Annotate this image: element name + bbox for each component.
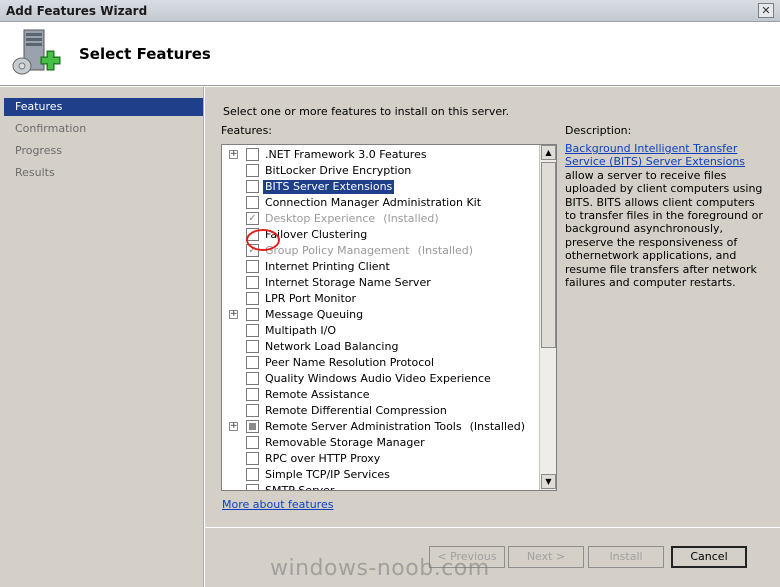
list-item[interactable]: + Remote Server Administration Tools (Inst…: [222, 419, 538, 435]
sidebar-item-progress: Progress: [15, 144, 62, 157]
feature-name: Remote Assistance: [265, 388, 370, 401]
main-content: Select one or more features to install o…: [205, 87, 780, 587]
list-item[interactable]: Quality Windows Audio Video Experience: [222, 371, 538, 387]
wizard-sidebar: Features Confirmation Progress Results: [0, 87, 204, 587]
sidebar-item-confirmation: Confirmation: [15, 122, 87, 135]
list-item[interactable]: LPR Port Monitor: [222, 291, 538, 307]
feature-name: Group Policy Management: [265, 244, 410, 257]
next-button[interactable]: Next >: [508, 546, 584, 568]
scroll-up-icon[interactable]: ▲: [541, 145, 556, 160]
feature-description: Background Intelligent Transfer Service …: [565, 142, 765, 289]
feature-checkbox[interactable]: [246, 260, 259, 273]
install-button[interactable]: Install: [588, 546, 664, 568]
server-add-icon: [12, 29, 61, 75]
window-title: Add Features Wizard: [6, 4, 148, 18]
sidebar-item-results: Results: [15, 166, 55, 179]
list-item[interactable]: Remote Differential Compression: [222, 403, 538, 419]
feature-name: Desktop Experience: [265, 212, 376, 225]
feature-name: Internet Storage Name Server: [265, 276, 431, 289]
list-item[interactable]: Peer Name Resolution Protocol: [222, 355, 538, 371]
list-item[interactable]: Network Load Balancing: [222, 339, 538, 355]
feature-checkbox[interactable]: [246, 356, 259, 369]
feature-name: BitLocker Drive Encryption: [265, 164, 412, 177]
feature-checkbox[interactable]: [246, 468, 259, 481]
list-item[interactable]: Connection Manager Administration Kit: [222, 195, 538, 211]
feature-checkbox[interactable]: [246, 292, 259, 305]
features-scrollbar[interactable]: ▲ ▼: [539, 145, 556, 490]
feature-checkbox[interactable]: [246, 484, 259, 490]
list-item[interactable]: Simple TCP/IP Services: [222, 467, 538, 483]
list-item[interactable]: RPC over HTTP Proxy: [222, 451, 538, 467]
feature-checkbox[interactable]: [246, 324, 259, 337]
feature-name: RPC over HTTP Proxy: [265, 452, 381, 465]
feature-name: Quality Windows Audio Video Experience: [265, 372, 491, 385]
feature-checkbox[interactable]: [246, 452, 259, 465]
list-item[interactable]: ✓ Desktop Experience (Installed): [222, 211, 538, 227]
list-item[interactable]: Multipath I/O: [222, 323, 538, 339]
feature-checkbox[interactable]: [246, 308, 259, 321]
watermark: windows-noob.com: [270, 556, 490, 581]
feature-checkbox[interactable]: [246, 196, 259, 209]
feature-name: Remote Differential Compression: [265, 404, 447, 417]
feature-name: SMTP Server: [265, 484, 335, 491]
installed-label: (Installed): [383, 212, 439, 225]
sidebar-item-features[interactable]: Features: [4, 98, 203, 116]
feature-checkbox[interactable]: [246, 340, 259, 353]
feature-checkbox[interactable]: [246, 148, 259, 161]
list-item[interactable]: Internet Printing Client: [222, 259, 538, 275]
expand-icon[interactable]: +: [229, 150, 238, 159]
feature-name: BITS Server Extensions: [263, 180, 395, 194]
list-item[interactable]: + .NET Framework 3.0 Features: [222, 147, 538, 163]
feature-checkbox[interactable]: [246, 276, 259, 289]
features-label: Features:: [221, 124, 273, 137]
expand-icon[interactable]: +: [229, 422, 238, 431]
feature-name: Network Load Balancing: [265, 340, 399, 353]
feature-checkbox[interactable]: [246, 404, 259, 417]
page-title: Select Features: [79, 45, 211, 63]
feature-checkbox[interactable]: [246, 420, 259, 433]
scroll-thumb[interactable]: [541, 162, 556, 348]
feature-name: Message Queuing: [265, 308, 364, 321]
feature-checkbox[interactable]: [246, 436, 259, 449]
more-about-features-link[interactable]: More about features: [222, 498, 333, 511]
list-item[interactable]: BITS Server Extensions: [222, 179, 538, 195]
scroll-down-icon[interactable]: ▼: [541, 474, 556, 489]
feature-checkbox[interactable]: [246, 164, 259, 177]
feature-name: LPR Port Monitor: [265, 292, 357, 305]
list-item[interactable]: Remote Assistance: [222, 387, 538, 403]
instruction-text: Select one or more features to install o…: [223, 105, 510, 118]
divider: [205, 527, 780, 528]
feature-name: .NET Framework 3.0 Features: [265, 148, 427, 161]
expand-icon[interactable]: +: [229, 310, 238, 319]
feature-checkbox[interactable]: [246, 180, 259, 193]
wizard-header: Select Features: [0, 22, 780, 86]
list-item[interactable]: SMTP Server: [222, 483, 538, 491]
feature-name: Simple TCP/IP Services: [265, 468, 390, 481]
title-bar: Add Features Wizard ✕: [0, 0, 780, 22]
feature-checkbox[interactable]: [246, 372, 259, 385]
feature-name: Internet Printing Client: [265, 260, 390, 273]
list-item[interactable]: + Message Queuing: [222, 307, 538, 323]
installed-label: (Installed): [417, 244, 474, 257]
list-item[interactable]: BitLocker Drive Encryption: [222, 163, 538, 179]
installed-label: (Installed): [469, 420, 526, 433]
feature-name: Removable Storage Manager: [265, 436, 425, 449]
feature-name: Multipath I/O: [265, 324, 337, 337]
description-text: allow a server to receive files uploaded…: [565, 168, 763, 290]
feature-name: Connection Manager Administration Kit: [265, 196, 482, 209]
close-icon[interactable]: ✕: [758, 3, 774, 18]
cancel-button[interactable]: Cancel: [671, 546, 747, 568]
feature-name: Remote Server Administration Tools: [265, 420, 462, 433]
feature-checkbox: ✓: [246, 212, 259, 225]
description-link[interactable]: Background Intelligent Transfer Service …: [565, 142, 745, 168]
feature-name: Failover Clustering: [265, 228, 368, 241]
list-item[interactable]: Internet Storage Name Server: [222, 275, 538, 291]
description-label: Description:: [565, 124, 632, 137]
feature-checkbox[interactable]: [246, 388, 259, 401]
features-list[interactable]: + .NET Framework 3.0 Features BitLocker Dr…: [221, 144, 557, 491]
feature-name: Peer Name Resolution Protocol: [265, 356, 435, 369]
annotation-circle: [246, 229, 280, 251]
list-item[interactable]: Removable Storage Manager: [222, 435, 538, 451]
